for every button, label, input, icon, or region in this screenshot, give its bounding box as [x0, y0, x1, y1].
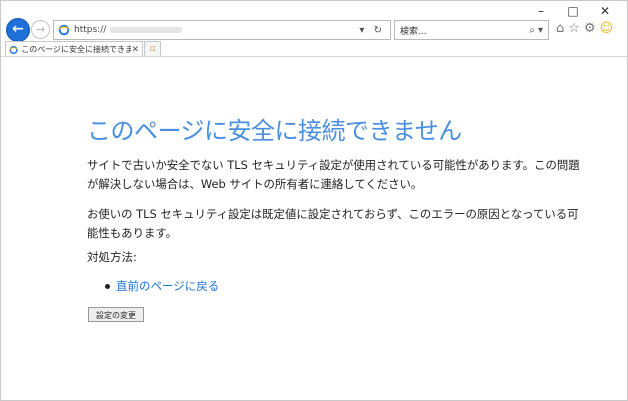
back-to-previous-page-link[interactable]: 直前のページに戻る — [116, 278, 219, 294]
list-item: 直前のページに戻る — [105, 278, 219, 294]
forward-arrow-icon: → — [35, 23, 46, 36]
feedback-smiley-icon[interactable]: ☺ — [600, 21, 614, 36]
tab-current[interactable]: このページに安全に接続できま... ✕ — [5, 41, 143, 57]
tab-strip: このページに安全に接続できま... ✕ ▫ — [1, 41, 627, 57]
tls-settings-note: お使いの TLS セキュリティ設定は既定値に設定されておらず、このエラーの原因と… — [87, 207, 579, 240]
toolbar-icons: ⌂ ☆ ⚙ ☺ — [556, 21, 613, 36]
navigation-toolbar: ← → https:// ▾ ↻ 検索... ⌕ ▾ ⌂ ☆ ⚙ ☺ — [1, 17, 627, 43]
favorites-star-icon[interactable]: ☆ — [568, 21, 580, 36]
search-box[interactable]: 検索... ⌕ ▾ — [394, 20, 549, 40]
redacted-domain — [110, 27, 183, 33]
ie-logo-icon — [58, 24, 70, 36]
page-title: このページに安全に接続できません — [87, 117, 462, 145]
tab-divider — [1, 56, 627, 57]
forward-button[interactable]: → — [31, 20, 50, 39]
back-arrow-icon: ← — [12, 21, 24, 37]
search-icon[interactable]: ⌕ ▾ — [529, 25, 548, 36]
ie-logo-icon — [9, 45, 18, 54]
back-button[interactable]: ← — [6, 18, 30, 42]
howto-heading: 対処方法: — [87, 250, 137, 264]
new-tab-icon: ▫ — [149, 44, 156, 54]
tab-close-icon[interactable]: ✕ — [131, 45, 142, 55]
tab-title: このページに安全に接続できま... — [21, 45, 132, 54]
address-url: https:// — [74, 25, 107, 35]
new-tab-button[interactable]: ▫ — [144, 41, 161, 57]
bullet-icon — [105, 283, 110, 289]
address-bar[interactable]: https:// ▾ ↻ — [53, 20, 391, 40]
home-icon[interactable]: ⌂ — [556, 21, 564, 36]
search-placeholder: 検索... — [400, 26, 427, 37]
error-description: サイトで古いか安全でない TLS セキュリティ設定が使用されている可能性がありま… — [87, 158, 580, 191]
change-settings-button[interactable]: 設定の変更 — [88, 307, 144, 322]
browser-window: – □ ✕ ← → https:// ▾ ↻ 検索... ⌕ ▾ ⌂ ☆ ⚙ ☺… — [0, 0, 628, 401]
settings-gear-icon[interactable]: ⚙ — [584, 21, 596, 36]
refresh-icon[interactable]: ▾ ↻ — [359, 25, 390, 36]
